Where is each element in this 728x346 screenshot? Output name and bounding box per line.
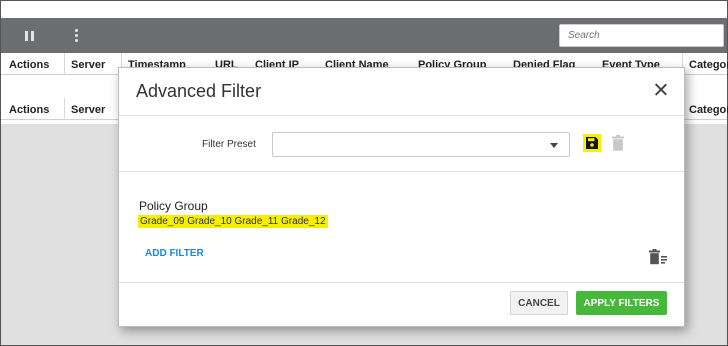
column-divider[interactable] xyxy=(64,98,65,120)
filter-preset-row: Filter Preset xyxy=(119,116,684,172)
dialog-footer: CANCEL APPLY FILTERS xyxy=(119,283,684,328)
clear-filters-icon[interactable] xyxy=(649,249,667,265)
apply-filters-button[interactable]: APPLY FILTERS xyxy=(576,291,667,315)
dialog-header: Advanced Filter xyxy=(119,68,684,116)
column-header[interactable]: Category xyxy=(689,59,728,71)
dropdown-caret-icon xyxy=(550,143,558,148)
column-header[interactable]: Actions xyxy=(9,104,49,116)
column-divider[interactable] xyxy=(64,53,65,75)
add-filter-button[interactable]: ADD FILTER xyxy=(145,248,204,259)
dialog-title: Advanced Filter xyxy=(136,81,262,101)
search-input[interactable] xyxy=(559,24,724,47)
more-vertical-icon[interactable] xyxy=(62,18,90,53)
filter-preset-select[interactable] xyxy=(272,132,570,157)
close-icon[interactable] xyxy=(652,81,670,99)
filter-values[interactable]: Grade_09 Grade_10 Grade_11 Grade_12 xyxy=(138,215,328,228)
column-header[interactable]: Server xyxy=(71,104,105,116)
column-header[interactable]: Server xyxy=(71,59,105,71)
cancel-button[interactable]: CANCEL xyxy=(510,291,568,315)
pause-icon[interactable] xyxy=(15,18,43,53)
filter-name: Policy Group xyxy=(139,199,208,213)
save-icon[interactable] xyxy=(583,134,601,152)
column-header[interactable]: Category xyxy=(689,104,728,116)
toolbar xyxy=(1,18,727,53)
filter-list: Policy Group Grade_09 Grade_10 Grade_11 … xyxy=(119,172,684,283)
advanced-filter-dialog: Advanced Filter Filter Preset Policy Gro… xyxy=(118,67,685,327)
trash-icon[interactable] xyxy=(611,135,625,151)
column-header[interactable]: Actions xyxy=(9,59,49,71)
filter-preset-label: Filter Preset xyxy=(202,139,256,150)
